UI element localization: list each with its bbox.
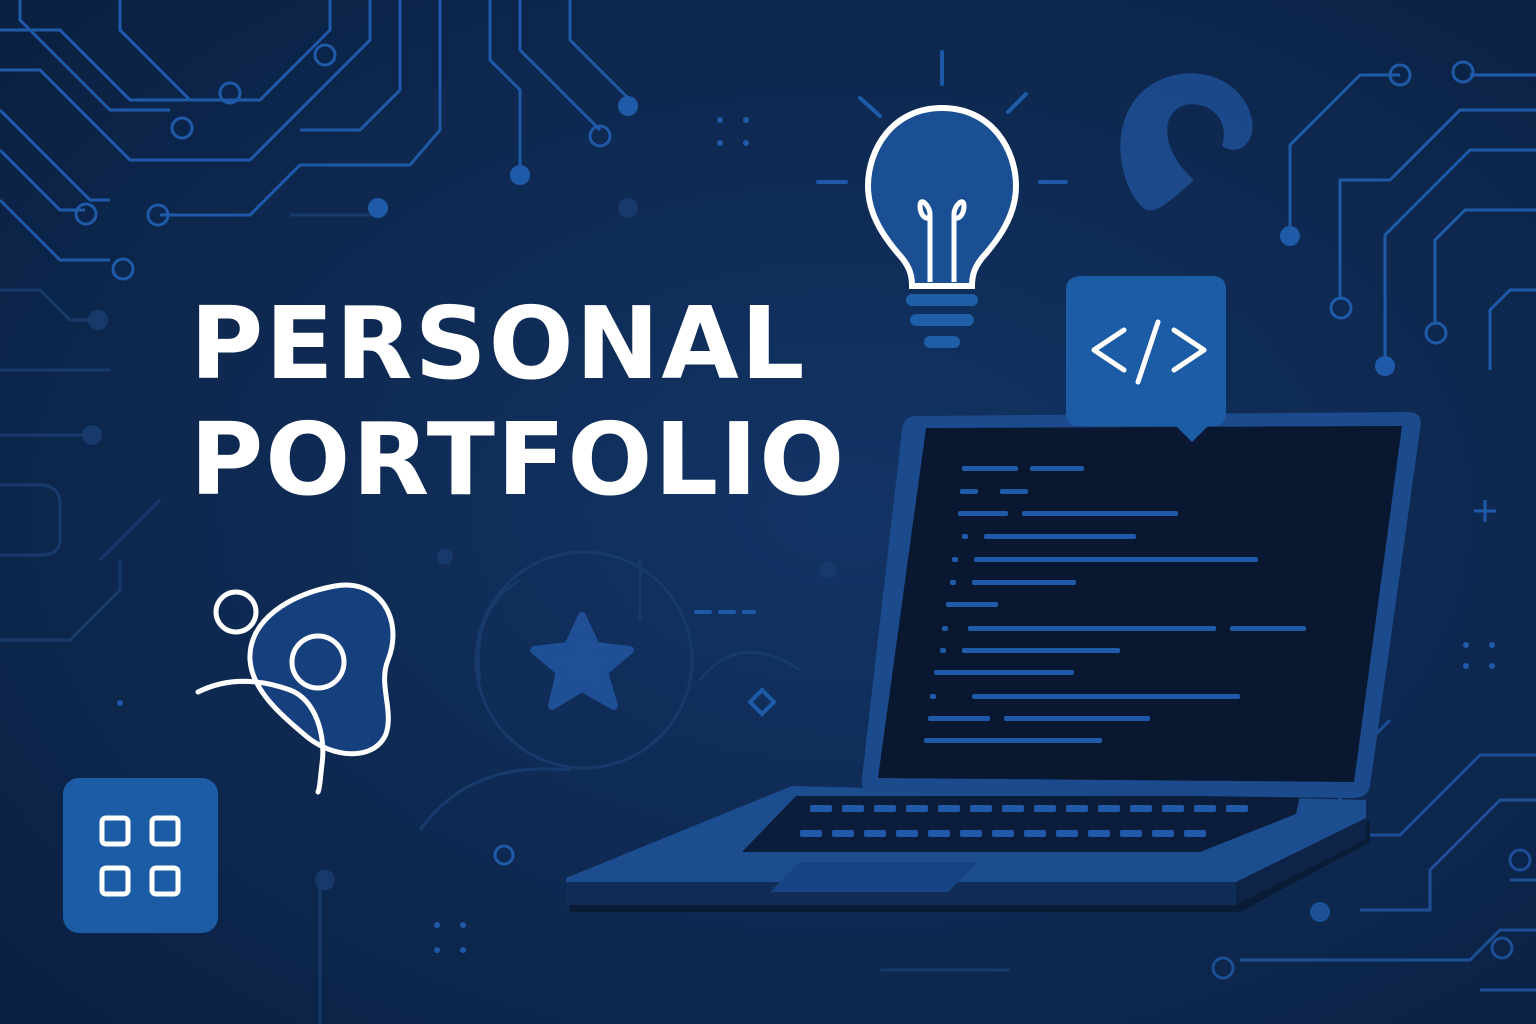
title-line-portfolio: PORTFOLIO — [190, 401, 847, 518]
hero-banner: PERSONAL PORTFOLIO — [0, 0, 1536, 1024]
title-line-personal: PERSONAL — [190, 285, 807, 402]
grid-icon — [63, 778, 218, 933]
code-brackets-icon — [1066, 276, 1226, 442]
page-title: PERSONAL PORTFOLIO — [190, 286, 846, 518]
